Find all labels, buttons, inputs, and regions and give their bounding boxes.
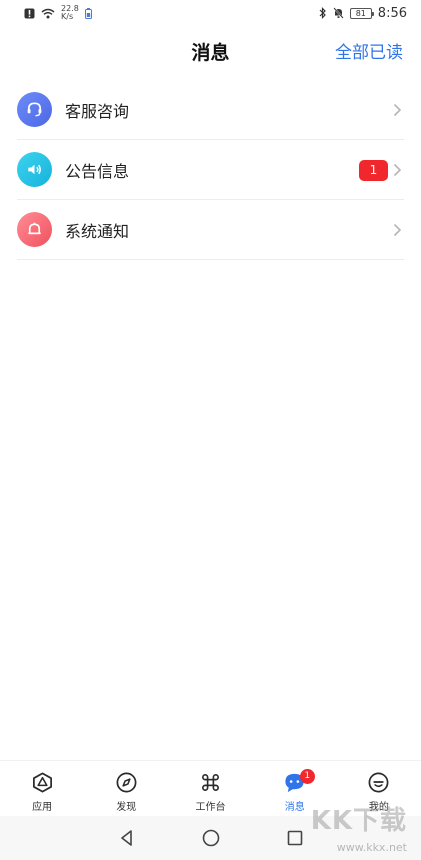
- status-time: 8:56: [377, 5, 407, 21]
- compass-icon: [116, 772, 137, 793]
- tab-label: 工作台: [195, 802, 226, 813]
- tab-label: 应用: [32, 802, 53, 813]
- message-item-label: 公告信息: [65, 161, 130, 181]
- battery-indicator: 81: [349, 7, 374, 19]
- message-item-label: 客服咨询: [65, 101, 130, 121]
- tab-label: 发现: [116, 802, 137, 813]
- status-left: 22.8 K/s: [24, 5, 92, 21]
- mute-bell-icon: [333, 7, 344, 19]
- message-item-customer-service[interactable]: 客服咨询: [17, 80, 404, 140]
- unread-badge: 1: [359, 160, 388, 181]
- message-list: 客服咨询 公告信息 1 系统通知: [17, 80, 404, 260]
- back-triangle-icon[interactable]: [117, 828, 137, 848]
- message-item-label: 系统通知: [65, 221, 130, 241]
- network-speed: 22.8 K/s: [61, 5, 79, 21]
- bluetooth-icon: [319, 7, 326, 19]
- speaker-icon: [17, 152, 52, 187]
- wifi-icon: [41, 8, 55, 18]
- battery-saver-icon: [84, 7, 92, 19]
- headset-icon: [17, 92, 52, 127]
- chevron-right-icon: [393, 163, 402, 177]
- smiley-icon: [368, 772, 389, 793]
- network-speed-unit: K/s: [61, 12, 74, 21]
- header: 消息 全部已读: [0, 30, 421, 76]
- tab-badge: 1: [299, 769, 315, 784]
- status-right: 81 8:56: [319, 6, 407, 21]
- message-item-system-notice[interactable]: 系统通知: [17, 200, 404, 260]
- chevron-right-icon: [393, 223, 402, 237]
- watermark-url: www.kkx.net: [336, 841, 407, 854]
- home-circle-icon[interactable]: [201, 828, 221, 848]
- watermark: KK下载 www.kkx.net: [295, 800, 415, 856]
- command-icon: [202, 774, 219, 791]
- tab-workbench[interactable]: 工作台: [168, 761, 252, 816]
- message-item-announcements[interactable]: 公告信息 1: [17, 140, 404, 200]
- alert-icon: [24, 8, 35, 18]
- mark-all-read-button[interactable]: 全部已读: [335, 30, 403, 76]
- tab-apps[interactable]: 应用: [0, 761, 84, 816]
- status-bar: 22.8 K/s 81 8:56: [0, 0, 421, 26]
- chevron-right-icon: [393, 103, 402, 117]
- bell-icon: [17, 212, 52, 247]
- watermark-logo: KK下载: [310, 806, 407, 836]
- apps-triangle-icon: [32, 772, 52, 793]
- tab-discover[interactable]: 发现: [84, 761, 168, 816]
